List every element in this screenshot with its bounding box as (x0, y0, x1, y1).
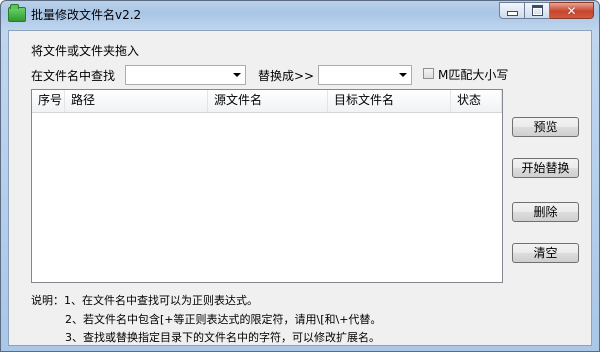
match-case-checkbox[interactable] (423, 68, 434, 79)
start-replace-button[interactable]: 开始替换 (512, 158, 579, 178)
maximize-icon (531, 5, 543, 16)
file-list[interactable]: 序号 路径 源文件名 目标文件名 状态 (31, 89, 503, 283)
maximize-button[interactable] (525, 2, 550, 19)
list-header: 序号 路径 源文件名 目标文件名 状态 (32, 90, 502, 113)
replace-combobox[interactable] (318, 65, 412, 85)
chevron-down-icon[interactable] (399, 73, 407, 77)
delete-button[interactable]: 删除 (512, 202, 579, 222)
preview-button[interactable]: 预览 (512, 117, 579, 137)
match-case-label[interactable]: M匹配大小写 (438, 66, 508, 83)
note-line-3: 3、查找或替换指定目录下的文件名中的字符，可以修改扩展名。 (65, 331, 380, 344)
minimize-icon (506, 11, 518, 16)
replace-label: 替换成>> (258, 69, 315, 83)
note-line-1: 说明：1、在文件名中查找可以为正则表达式。 (31, 294, 258, 307)
window-title: 批量修改文件名v2.2 (31, 8, 142, 22)
search-combobox[interactable] (125, 65, 246, 85)
close-button[interactable]: ✕ (550, 2, 594, 19)
client-area: 将文件或文件夹拖入 在文件名中查找 替换成>> M匹配大小写 序号 路径 源文件… (8, 30, 592, 346)
column-header-path[interactable]: 路径 (65, 90, 208, 112)
column-header-index[interactable]: 序号 (32, 90, 65, 112)
drop-hint: 将文件或文件夹拖入 (31, 44, 140, 58)
chevron-down-icon[interactable] (233, 73, 241, 77)
clear-button[interactable]: 清空 (512, 243, 579, 263)
window-controls: ✕ (499, 2, 594, 20)
close-icon: ✕ (566, 3, 577, 18)
note-line-2: 2、若文件名中包含[+等正则表达式的限定符，请用\[和\+代替。 (65, 313, 382, 326)
column-header-source-name[interactable]: 源文件名 (208, 90, 328, 112)
minimize-button[interactable] (499, 2, 525, 19)
column-header-target-name[interactable]: 目标文件名 (328, 90, 451, 112)
title-bar[interactable]: 批量修改文件名v2.2 ✕ (1, 1, 599, 29)
column-header-status[interactable]: 状态 (451, 90, 502, 112)
app-window: 批量修改文件名v2.2 ✕ 将文件或文件夹拖入 在文件名中查找 替换成>> M匹… (0, 0, 600, 352)
search-label: 在文件名中查找 (31, 69, 116, 83)
folder-icon (8, 4, 26, 22)
